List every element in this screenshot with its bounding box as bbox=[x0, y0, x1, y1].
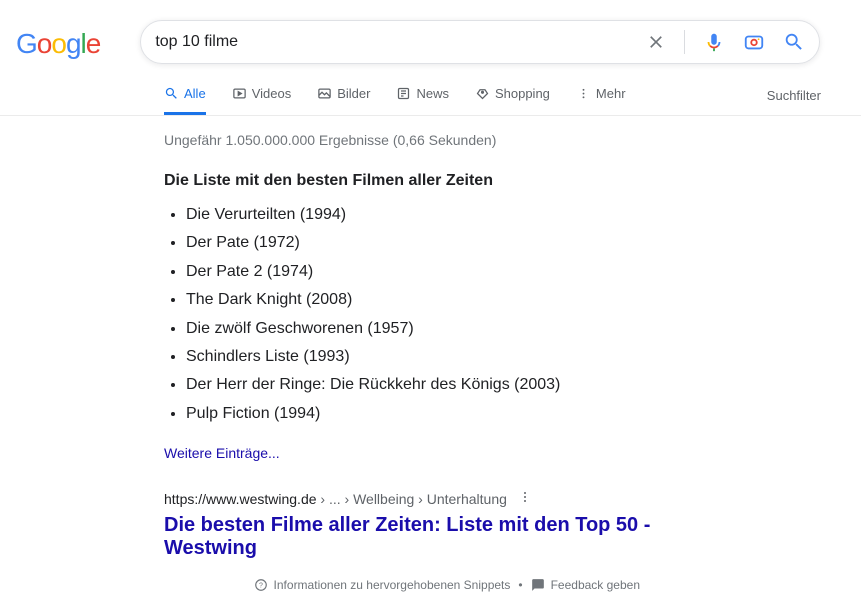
list-item: Die Verurteilten (1994) bbox=[186, 204, 660, 226]
list-item: Der Pate 2 (1974) bbox=[186, 261, 660, 283]
feedback-row: ? Informationen zu hervorgehobenen Snipp… bbox=[164, 578, 660, 592]
more-entries-link[interactable]: Weitere Einträge... bbox=[164, 445, 280, 461]
tab-label: Shopping bbox=[495, 86, 550, 101]
list-item: Der Pate (1972) bbox=[186, 232, 660, 254]
divider bbox=[684, 30, 685, 54]
tab-label: News bbox=[416, 86, 449, 101]
list-item: The Dark Knight (2008) bbox=[186, 289, 660, 311]
tab-mehr[interactable]: Mehr bbox=[576, 86, 626, 115]
snippet-title: Die Liste mit den besten Filmen aller Ze… bbox=[164, 172, 660, 190]
result-url-row: https://www.westwing.de › ... › Wellbein… bbox=[164, 489, 660, 508]
list-item: Der Herr der Ringe: Die Rückkehr des Kön… bbox=[186, 374, 660, 396]
result-title[interactable]: Die besten Filme aller Zeiten: Liste mit… bbox=[164, 514, 660, 560]
mic-icon[interactable] bbox=[703, 31, 725, 53]
tab-news[interactable]: News bbox=[396, 86, 449, 115]
separator-dot: • bbox=[518, 578, 522, 592]
tab-label: Mehr bbox=[596, 86, 626, 101]
search-input[interactable] bbox=[155, 33, 646, 51]
google-logo[interactable]: Google bbox=[16, 28, 100, 60]
result-stats: Ungefähr 1.050.000.000 Ergebnisse (0,66 … bbox=[164, 132, 660, 148]
tab-videos[interactable]: Videos bbox=[232, 86, 292, 115]
clear-icon[interactable] bbox=[646, 32, 666, 52]
feedback-give-label: Feedback geben bbox=[551, 578, 640, 592]
list-item: Schindlers Liste (1993) bbox=[186, 346, 660, 368]
search-icon[interactable] bbox=[783, 31, 805, 53]
list-item: Pulp Fiction (1994) bbox=[186, 403, 660, 425]
list-item: Die zwölf Geschworenen (1957) bbox=[186, 318, 660, 340]
result-menu-icon[interactable] bbox=[517, 489, 533, 508]
search-bar bbox=[140, 20, 820, 64]
tab-label: Videos bbox=[252, 86, 292, 101]
feedback-info-label: Informationen zu hervorgehobenen Snippet… bbox=[274, 578, 511, 592]
results-content: Ungefähr 1.050.000.000 Ergebnisse (0,66 … bbox=[0, 116, 660, 592]
tabs-bar: Alle Videos Bilder News Shopping Mehr Su… bbox=[0, 86, 861, 116]
tab-alle[interactable]: Alle bbox=[164, 86, 206, 115]
tab-shopping[interactable]: Shopping bbox=[475, 86, 550, 115]
tab-bilder[interactable]: Bilder bbox=[317, 86, 370, 115]
header: Google bbox=[0, 0, 861, 64]
svg-text:?: ? bbox=[259, 582, 263, 589]
tab-label: Bilder bbox=[337, 86, 370, 101]
result-url[interactable]: https://www.westwing.de bbox=[164, 491, 317, 507]
give-feedback-link[interactable]: Feedback geben bbox=[531, 578, 640, 592]
snippet-list: Die Verurteilten (1994) Der Pate (1972) … bbox=[164, 204, 660, 425]
search-result: https://www.westwing.de › ... › Wellbein… bbox=[164, 489, 660, 560]
snippet-info-link[interactable]: ? Informationen zu hervorgehobenen Snipp… bbox=[254, 578, 511, 592]
camera-icon[interactable] bbox=[743, 31, 765, 53]
result-breadcrumb: › ... › Wellbeing › Unterhaltung bbox=[317, 491, 507, 507]
featured-snippet: Die Liste mit den besten Filmen aller Ze… bbox=[164, 172, 660, 463]
tab-label: Alle bbox=[184, 86, 206, 101]
search-tools[interactable]: Suchfilter bbox=[767, 88, 821, 114]
